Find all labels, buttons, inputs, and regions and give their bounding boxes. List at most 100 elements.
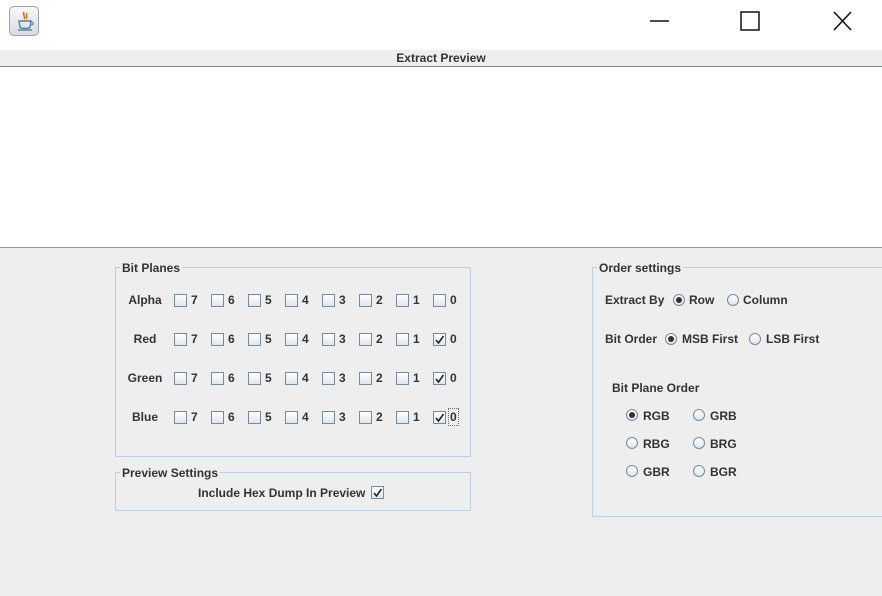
bit-plane-checkbox-alpha-6[interactable]: [211, 294, 224, 307]
bit-plane-checkbox-alpha-5[interactable]: [248, 294, 261, 307]
plane-order-gbr-radio[interactable]: [626, 465, 638, 477]
check-mark-icon: [435, 374, 445, 384]
bit-label: 6: [228, 332, 235, 346]
extract-by-column-radio[interactable]: [727, 294, 739, 306]
check-mark-icon: [435, 335, 445, 345]
bit-label: 1: [413, 410, 420, 424]
bit-plane-checkbox-red-4[interactable]: [285, 333, 298, 346]
bit-plane-checkbox-blue-2[interactable]: [359, 411, 372, 424]
radio-selected-dot: [668, 336, 674, 342]
extract-by-column-label: Column: [743, 293, 788, 307]
bit-planes-group: Bit Planes Alpha 7 6 5 4 3 2 1 0 Red 7 6 5 4 3 2 1 0 Green…: [115, 261, 471, 457]
bit-label: 0: [450, 293, 457, 307]
bit-plane-checkbox-blue-7[interactable]: [174, 411, 187, 424]
bit-plane-checkbox-alpha-7[interactable]: [174, 294, 187, 307]
check-mark-icon: [373, 488, 383, 498]
bit-label: 3: [339, 371, 346, 385]
hex-dump-label: Include Hex Dump In Preview: [198, 486, 366, 500]
bit-label: 5: [265, 332, 272, 346]
bit-plane-checkbox-blue-3[interactable]: [322, 411, 335, 424]
bit-label: 2: [376, 293, 383, 307]
hex-dump-checkbox[interactable]: [371, 486, 384, 499]
bit-plane-checkbox-red-0[interactable]: [433, 333, 446, 346]
bit-plane-checkbox-blue-4[interactable]: [285, 411, 298, 424]
order-settings-title: Order settings: [597, 261, 684, 275]
bit-plane-checkbox-green-4[interactable]: [285, 372, 298, 385]
bit-plane-checkbox-green-3[interactable]: [322, 372, 335, 385]
bit-label: 6: [228, 293, 235, 307]
bit-label: 3: [339, 293, 346, 307]
preview-settings-group: Preview Settings Include Hex Dump In Pre…: [115, 466, 471, 511]
check-mark-icon: [435, 413, 445, 423]
minimize-icon: [650, 20, 669, 22]
bit-order-label: Bit Order: [605, 332, 658, 346]
bit-plane-checkbox-green-1[interactable]: [396, 372, 409, 385]
java-cup-icon[interactable]: [9, 6, 39, 36]
window-titlebar: [0, 0, 882, 50]
plane-order-brg-label: BRG: [710, 437, 737, 451]
bit-label: 3: [339, 410, 346, 424]
bit-label: 0: [450, 371, 457, 385]
bit-plane-checkbox-green-5[interactable]: [248, 372, 261, 385]
bit-plane-checkbox-green-6[interactable]: [211, 372, 224, 385]
bit-plane-checkbox-blue-0[interactable]: [433, 411, 446, 424]
bit-label: 1: [413, 293, 420, 307]
plane-order-grb-radio[interactable]: [693, 409, 705, 421]
extract-by-row-label: Row: [689, 293, 715, 307]
bit-plane-checkbox-red-3[interactable]: [322, 333, 335, 346]
plane-order-bgr-radio[interactable]: [693, 465, 705, 477]
bit-label: 7: [191, 293, 198, 307]
bit-plane-checkbox-alpha-1[interactable]: [396, 294, 409, 307]
bit-label: 2: [376, 332, 383, 346]
bit-order-lsb-radio[interactable]: [749, 333, 761, 345]
extract-by-row-radio[interactable]: [673, 294, 685, 306]
bit-label: 6: [228, 410, 235, 424]
bit-label: 4: [302, 332, 309, 346]
preview-settings-title: Preview Settings: [120, 466, 221, 480]
radio-selected-dot: [629, 412, 635, 418]
bit-label: 5: [265, 410, 272, 424]
maximize-button[interactable]: [727, 6, 773, 36]
extract-preview-area[interactable]: [0, 67, 882, 248]
bit-plane-checkbox-red-1[interactable]: [396, 333, 409, 346]
bit-plane-row-label-blue: Blue: [131, 410, 158, 424]
bit-plane-checkbox-alpha-4[interactable]: [285, 294, 298, 307]
bit-label: 7: [191, 371, 198, 385]
bit-plane-checkbox-red-5[interactable]: [248, 333, 261, 346]
bit-label: 4: [302, 371, 309, 385]
plane-order-brg-radio[interactable]: [693, 437, 705, 449]
bit-label: 5: [265, 371, 272, 385]
bit-plane-checkbox-red-2[interactable]: [359, 333, 372, 346]
bit-plane-checkbox-blue-1[interactable]: [396, 411, 409, 424]
close-button[interactable]: [820, 6, 866, 36]
plane-order-bgr-label: BGR: [710, 465, 737, 479]
extract-by-label: Extract By: [605, 293, 665, 307]
bit-label: 7: [191, 410, 198, 424]
bit-label: 0: [448, 408, 459, 426]
bit-label: 5: [265, 293, 272, 307]
close-icon: [833, 11, 852, 31]
bit-plane-checkbox-green-2[interactable]: [359, 372, 372, 385]
bit-plane-checkbox-alpha-2[interactable]: [359, 294, 372, 307]
bit-plane-checkbox-green-7[interactable]: [174, 372, 187, 385]
plane-order-rbg-label: RBG: [643, 437, 670, 451]
plane-order-gbr-label: GBR: [643, 465, 670, 479]
plane-order-rbg-radio[interactable]: [626, 437, 638, 449]
bit-plane-row-label-red: Red: [133, 332, 157, 346]
bit-order-msb-radio[interactable]: [665, 333, 677, 345]
plane-order-rgb-radio[interactable]: [626, 409, 638, 421]
plane-order-grb-label: GRB: [710, 409, 737, 423]
bit-plane-checkbox-blue-6[interactable]: [211, 411, 224, 424]
bit-label: 6: [228, 371, 235, 385]
bit-label: 3: [339, 332, 346, 346]
bit-plane-checkbox-alpha-3[interactable]: [322, 294, 335, 307]
bit-order-msb-label: MSB First: [682, 332, 739, 346]
maximize-icon: [740, 11, 760, 31]
bit-plane-checkbox-alpha-0[interactable]: [433, 294, 446, 307]
bit-plane-checkbox-red-7[interactable]: [174, 333, 187, 346]
bit-plane-checkbox-green-0[interactable]: [433, 372, 446, 385]
bit-plane-checkbox-blue-5[interactable]: [248, 411, 261, 424]
minimize-button[interactable]: [636, 6, 682, 36]
bit-plane-checkbox-red-6[interactable]: [211, 333, 224, 346]
bit-plane-order-label: Bit Plane Order: [612, 381, 700, 395]
